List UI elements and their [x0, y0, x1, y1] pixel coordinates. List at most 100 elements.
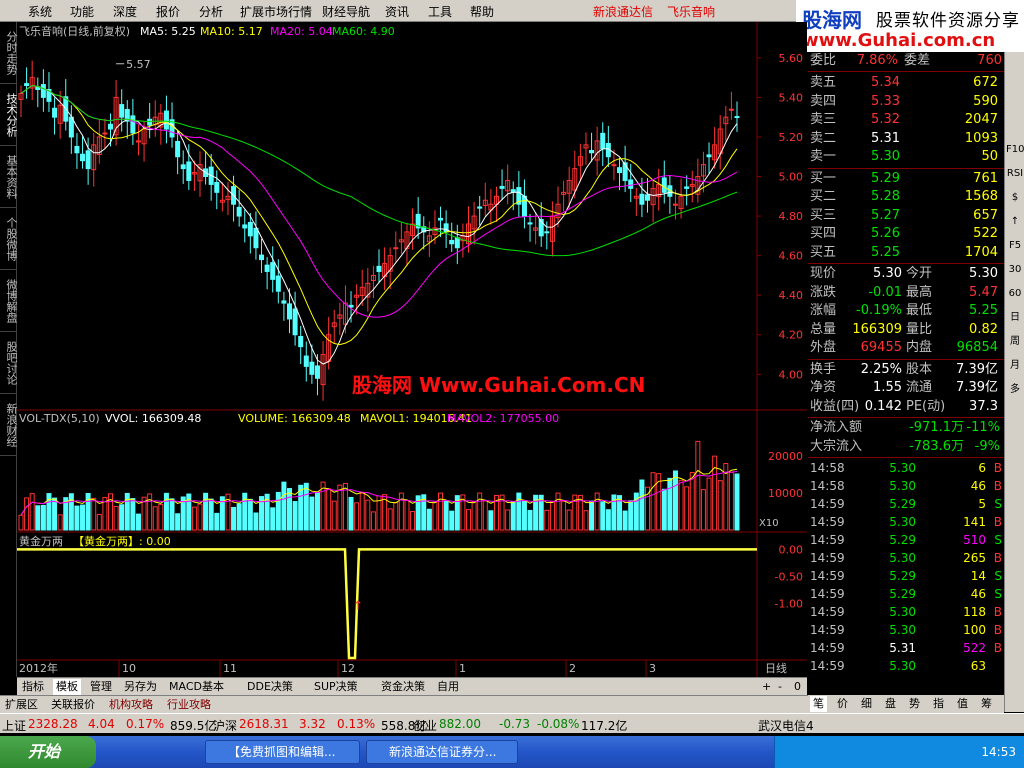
tick-time: 14:58 [810, 461, 845, 475]
extension-tab[interactable]: 机构攻略 [106, 697, 156, 713]
stat-label: 流通 [906, 380, 933, 395]
quote-tab-bar: 笔价细盘势指值筹 [808, 695, 1004, 713]
menu-news[interactable]: 资讯 [385, 3, 409, 20]
tab-forum[interactable]: 股吧讨论 [0, 332, 18, 394]
indicator-tab[interactable]: 指标 [19, 679, 47, 695]
candle-body [85, 150, 91, 170]
tab-technical[interactable]: 技术分析 [0, 84, 18, 146]
indicator-tab[interactable]: DDE决策 [244, 679, 296, 695]
candle-body [68, 116, 74, 138]
taskbar-item-tdx[interactable]: 新浪通达信证券分... [366, 740, 518, 764]
volume-bar [292, 501, 298, 531]
quote-tab[interactable]: 指 [930, 696, 947, 712]
chart-area[interactable]: 飞乐音响(日线,前复权) MA5: 5.25 MA10: 5.17 MA20: 5.0… [17, 22, 807, 677]
right-tool-button[interactable]: 30 [1006, 262, 1024, 278]
menu-finance-nav[interactable]: 财经导航 [322, 3, 370, 20]
zoom-in-button[interactable]: + [759, 679, 774, 695]
candle-body [438, 217, 444, 221]
right-tool-button[interactable]: 60 [1006, 286, 1024, 302]
tick-time: 14:59 [810, 497, 845, 511]
right-tool-button[interactable]: 多 [1006, 382, 1024, 398]
extension-tab[interactable]: 扩展区 [2, 697, 41, 713]
menu-system[interactable]: 系统 [28, 3, 52, 20]
time-axis-label: 12 [341, 662, 355, 675]
menu-tools[interactable]: 工具 [428, 3, 452, 20]
volume-bar [236, 503, 242, 531]
right-tool-button[interactable]: RSI [1006, 166, 1024, 182]
candle-body [264, 264, 270, 272]
tab-weibo-analysis[interactable]: 微博解盘 [0, 270, 18, 332]
tick-volume: 6 [978, 461, 986, 475]
order-volume: 590 [973, 93, 998, 109]
order-book-sell-row: 卖三 5.32 2047 [808, 111, 1004, 129]
taskbar-item-screenshot[interactable]: 【免费抓图和编辑... [205, 740, 360, 764]
tab-intraday[interactable]: 分时走势 [0, 22, 18, 84]
period-label: 日线 [765, 661, 787, 675]
candle-body [163, 110, 169, 130]
right-tool-button[interactable]: ↑ [1006, 214, 1024, 230]
quote-tab[interactable]: 势 [906, 696, 923, 712]
stat-value: 1.55 [873, 380, 902, 395]
indicator-tab[interactable]: 模板 [53, 679, 81, 695]
menu-analysis[interactable]: 分析 [199, 3, 223, 20]
right-tool-button[interactable]: 月 [1006, 358, 1024, 374]
tick-price: 5.29 [889, 533, 916, 547]
tick-row: 14:59 5.29 5 S [808, 495, 1004, 513]
indicator-tab[interactable]: MACD基本 [166, 679, 227, 695]
right-tool-button[interactable]: 日 [1006, 310, 1024, 326]
candle-body [24, 83, 30, 87]
stat-label: 最高 [906, 284, 933, 300]
menu-help[interactable]: 帮助 [470, 3, 494, 20]
quote-tab[interactable]: 笔 [810, 696, 827, 712]
tick-time: 14:59 [810, 641, 845, 655]
right-tool-button[interactable]: $ [1006, 190, 1024, 206]
vol-tick-label: 20000 [768, 450, 803, 463]
quote-tab[interactable]: 价 [834, 696, 851, 712]
zoom-reset-button[interactable]: 0 [791, 679, 804, 695]
candle-body [521, 195, 527, 217]
candle-body [303, 355, 309, 367]
menu-depth[interactable]: 深度 [113, 3, 137, 20]
tab-stock-weibo[interactable]: 个股微博 [0, 208, 18, 270]
left-tab-bar: 分时走势 技术分析 基本资料 个股微博 微博解盘 股吧讨论 新浪财经 [0, 22, 18, 677]
indicator-tab[interactable]: SUP决策 [311, 679, 361, 695]
menu-extend-market[interactable]: 扩展市场行情 [240, 3, 312, 20]
volume-bar [348, 496, 354, 531]
quote-tab[interactable]: 筹 [978, 696, 995, 712]
indicator-tab[interactable]: 资金决策 [378, 679, 428, 695]
tick-volume: 510 [963, 533, 986, 547]
zoom-out-button[interactable]: - [775, 679, 785, 695]
order-price: 5.31 [871, 130, 900, 146]
order-level-label: 卖三 [810, 112, 837, 127]
right-tool-button[interactable]: 周 [1006, 334, 1024, 350]
extension-tab[interactable]: 行业攻略 [164, 697, 214, 713]
tick-price: 5.29 [889, 569, 916, 583]
vol-tick-label: 10000 [768, 487, 803, 500]
start-button[interactable]: 开始 [0, 736, 96, 768]
tick-volume: 14 [970, 569, 986, 583]
tick-direction: B [993, 641, 1002, 655]
quote-tab[interactable]: 细 [858, 696, 875, 712]
menu-quote[interactable]: 报价 [156, 3, 180, 20]
right-tool-button[interactable]: F5 [1006, 238, 1024, 254]
right-tool-button[interactable]: F10 [1006, 142, 1024, 158]
quote-tab[interactable]: 值 [954, 696, 971, 712]
tick-price: 5.30 [889, 605, 916, 619]
volume-bar [639, 479, 645, 531]
mavol2-label: MAVOL2: 177055.00 [447, 412, 559, 425]
order-volume: 1568 [964, 189, 998, 204]
weibi-label: 委比 [810, 53, 837, 68]
order-book-sell-row: 卖五 5.34 672 [808, 74, 1004, 92]
logo-title: 股海网 [802, 8, 862, 32]
indicator-tab[interactable]: 管理 [87, 679, 115, 695]
tab-fundamentals[interactable]: 基本资料 [0, 146, 18, 208]
indicator-tab[interactable]: 另存为 [121, 679, 160, 695]
extension-tab[interactable]: 关联报价 [48, 697, 98, 713]
indicator-tab[interactable]: 自用 [434, 679, 462, 695]
candle-body [175, 140, 181, 158]
chart-canvas[interactable]: 飞乐音响(日线,前复权) MA5: 5.25 MA10: 5.17 MA20: 5.0… [17, 22, 807, 677]
menu-function[interactable]: 功能 [70, 3, 94, 20]
quote-tab[interactable]: 盘 [882, 696, 899, 712]
tick-time: 14:59 [810, 623, 845, 637]
tab-sina-finance[interactable]: 新浪财经 [0, 394, 18, 456]
